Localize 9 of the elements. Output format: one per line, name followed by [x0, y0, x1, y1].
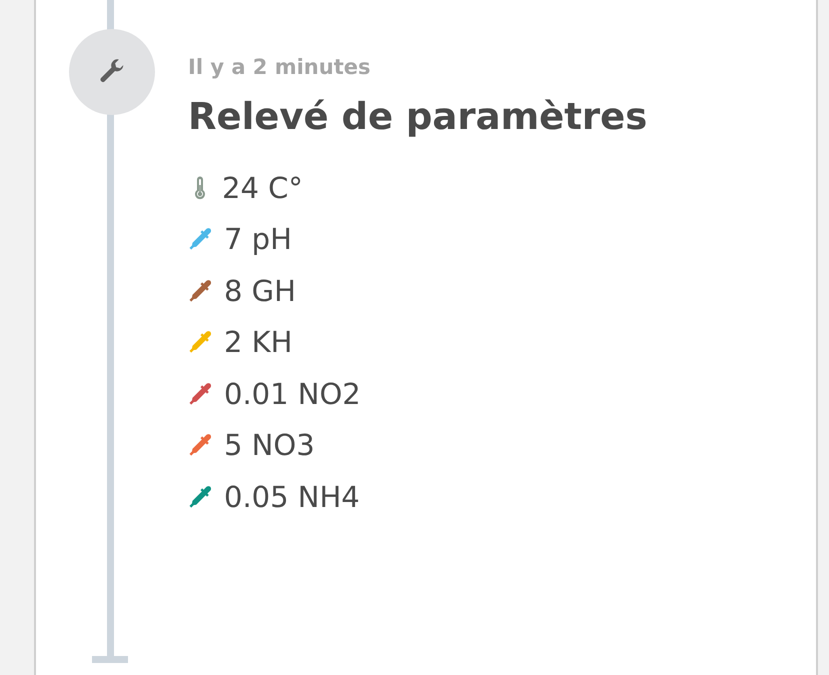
timestamp: Il y a 2 minutes [188, 55, 372, 81]
parameter-reading: 0.05 NH4 [224, 480, 360, 514]
parameter-reading: 24 C° [222, 170, 303, 205]
parameter-reading: 5 NO3 [224, 428, 315, 462]
parameter-reading: 0.01 NO2 [224, 376, 361, 411]
event-title: Relevé de paramètres [188, 95, 648, 138]
parameter-reading: 7 pH [224, 222, 292, 256]
parameter-reading: 2 KH [224, 325, 292, 360]
parameter-reading: 8 GH [224, 274, 296, 308]
